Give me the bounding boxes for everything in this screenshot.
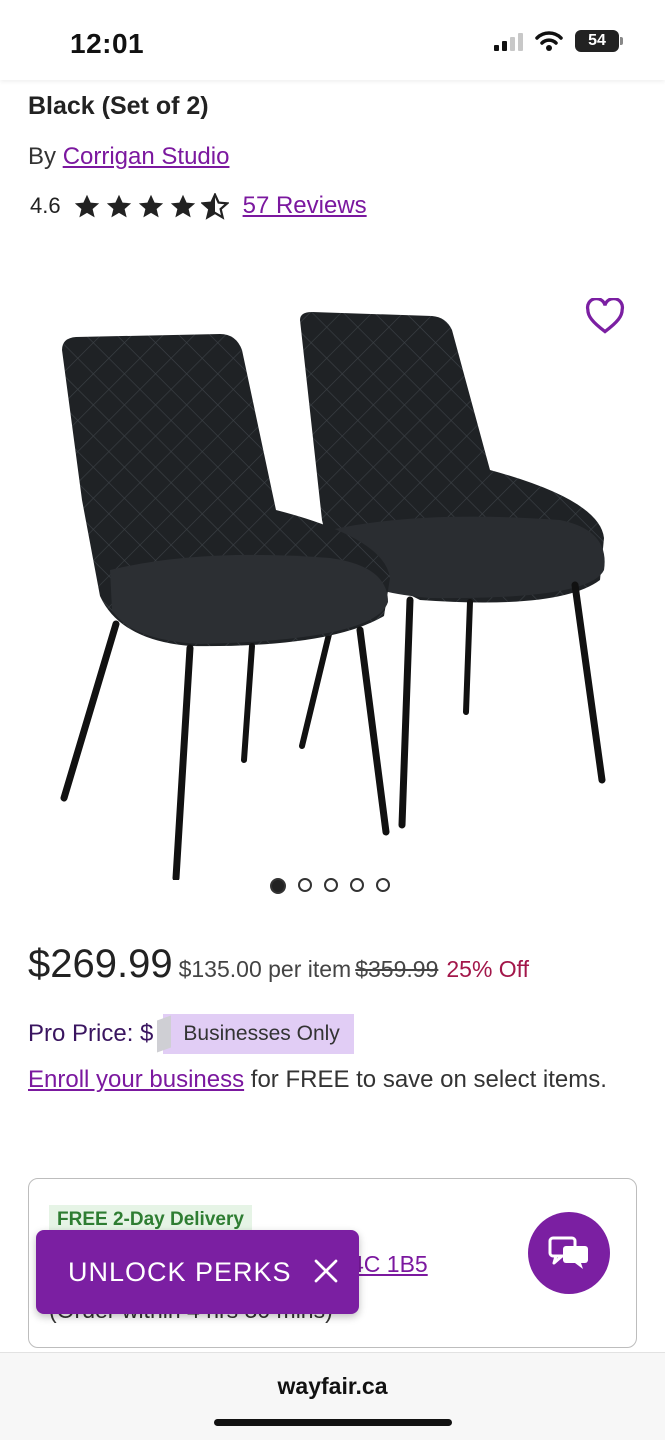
- pagination-dot[interactable]: [324, 878, 338, 892]
- pro-price-label: Pro Price: $: [28, 1020, 154, 1047]
- pagination-dot[interactable]: [270, 878, 286, 894]
- rating-value: 4.6: [30, 193, 61, 218]
- discount-label: 25% Off: [446, 956, 530, 982]
- star-full-icon: [138, 194, 163, 217]
- status-icons: 54: [494, 30, 623, 52]
- pagination-dot[interactable]: [298, 878, 312, 892]
- reviews-link[interactable]: 57 Reviews: [243, 192, 367, 220]
- status-time: 12:01: [70, 28, 145, 59]
- brand-link[interactable]: Corrigan Studio: [63, 143, 230, 170]
- wifi-icon: [535, 31, 563, 51]
- cellular-signal-icon: [494, 31, 523, 51]
- unlock-perks-label: UNLOCK PERKS: [68, 1256, 292, 1287]
- star-half-icon: [200, 192, 229, 220]
- by-label: By: [28, 143, 57, 170]
- gallery-pagination: [270, 878, 390, 894]
- chat-icon: [548, 1236, 588, 1269]
- pro-price-row: Pro Price: $ Businesses Only: [28, 1014, 354, 1054]
- sale-price: $269.99: [28, 942, 173, 986]
- unlock-perks-button[interactable]: UNLOCK PERKS: [36, 1230, 359, 1314]
- product-image-gallery[interactable]: [0, 280, 665, 900]
- pagination-dot[interactable]: [376, 878, 390, 892]
- product-image: [60, 312, 606, 882]
- star-full-icon: [74, 194, 99, 217]
- rating-line: 4.6 57 Reviews: [30, 192, 367, 220]
- enroll-link[interactable]: Enroll your business: [28, 1066, 244, 1093]
- url-bar[interactable]: wayfair.ca: [0, 1373, 665, 1400]
- star-full-icon: [170, 194, 195, 217]
- browser-bottom-bar: wayfair.ca: [0, 1352, 665, 1440]
- heart-icon[interactable]: [585, 298, 625, 334]
- home-indicator[interactable]: [214, 1419, 452, 1426]
- businesses-only-badge: Businesses Only: [163, 1014, 354, 1054]
- original-price: $359.99: [355, 956, 439, 982]
- enroll-description: for FREE to save on select items.: [244, 1066, 607, 1093]
- pagination-dot[interactable]: [350, 878, 364, 892]
- rating-stars: [73, 192, 229, 220]
- battery-icon: 54: [575, 30, 623, 52]
- price-row: $269.99 $135.00 per item $359.99 25% Off: [28, 942, 529, 987]
- close-icon[interactable]: [311, 1256, 341, 1286]
- product-title: Black (Set of 2): [28, 92, 209, 120]
- zip-code-link[interactable]: 4C 1B5: [351, 1251, 428, 1278]
- enroll-text: Enroll your business for FREE to save on…: [28, 1060, 628, 1100]
- status-bar: 12:01 54: [0, 0, 665, 80]
- star-full-icon: [106, 194, 131, 217]
- brand-line: By Corrigan Studio: [28, 143, 229, 171]
- per-item-price: $135.00 per item: [178, 956, 352, 982]
- chat-button[interactable]: [528, 1212, 610, 1294]
